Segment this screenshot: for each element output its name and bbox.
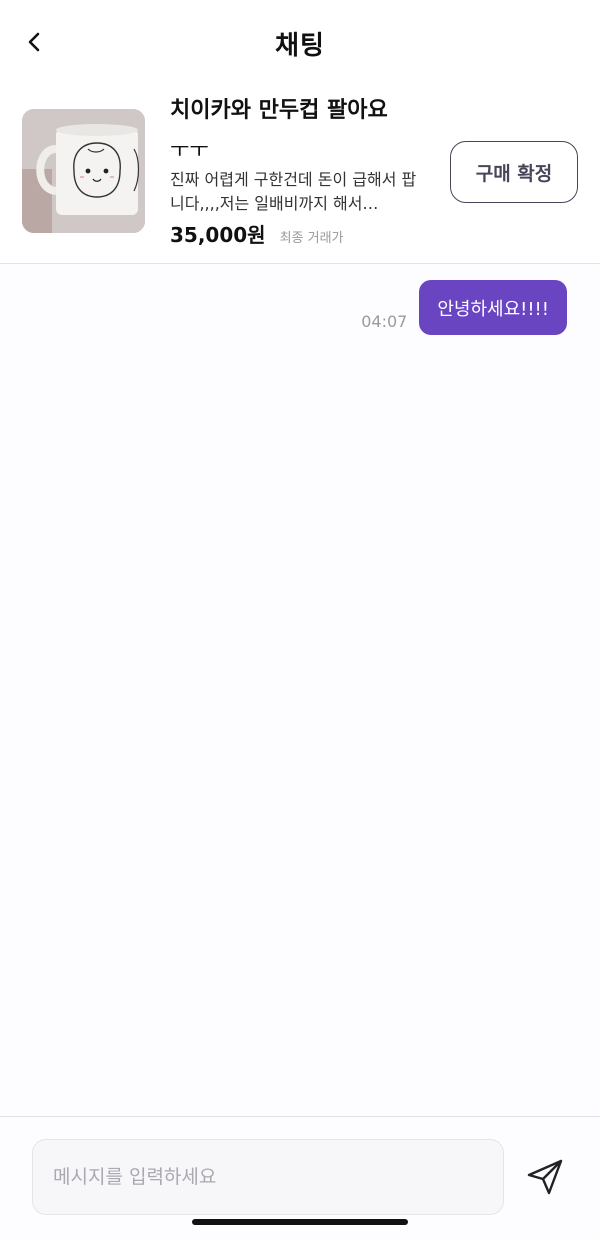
home-indicator [192, 1219, 408, 1225]
mug-photo [22, 109, 145, 233]
back-button[interactable] [20, 28, 48, 56]
price-note: 최종 거래가 [279, 231, 344, 246]
product-image[interactable] [22, 109, 145, 233]
chevron-left-icon [28, 32, 40, 52]
message-row: 04:07 안녕하세요!!!! [361, 280, 567, 335]
message-input[interactable] [32, 1139, 504, 1215]
message-time: 04:07 [361, 312, 408, 331]
price-row: 35,000원 최종 거래가 [170, 219, 344, 248]
header: 채팅 [0, 0, 600, 86]
product-card: 치이카와 만두컵 팔아요 ㅜㅜ 진짜 어렵게 구한건데 돈이 급해서 팝니다,,… [0, 86, 600, 264]
product-subtitle: ㅜㅜ [170, 138, 209, 162]
product-description: 진짜 어렵게 구한건데 돈이 급해서 팝니다,,,,저는 일배비까지 해서… [170, 170, 417, 213]
chat-screen: 채팅 치이카와 만두컵 팔아요 ㅜㅜ 진짜 어렵게 구한건데 돈이 급해서 팝니… [0, 0, 600, 1241]
product-title: 치이카와 만두컵 팔아요 [170, 98, 388, 123]
page-title: 채팅 [275, 30, 325, 61]
send-icon [527, 1159, 563, 1195]
confirm-purchase-button[interactable]: 구매 확정 [450, 141, 578, 203]
product-price: 35,000원 [170, 223, 266, 247]
send-button[interactable] [521, 1153, 569, 1201]
message-bubble: 안녕하세요!!!! [419, 280, 567, 335]
message-list: 04:07 안녕하세요!!!! [0, 264, 600, 1116]
